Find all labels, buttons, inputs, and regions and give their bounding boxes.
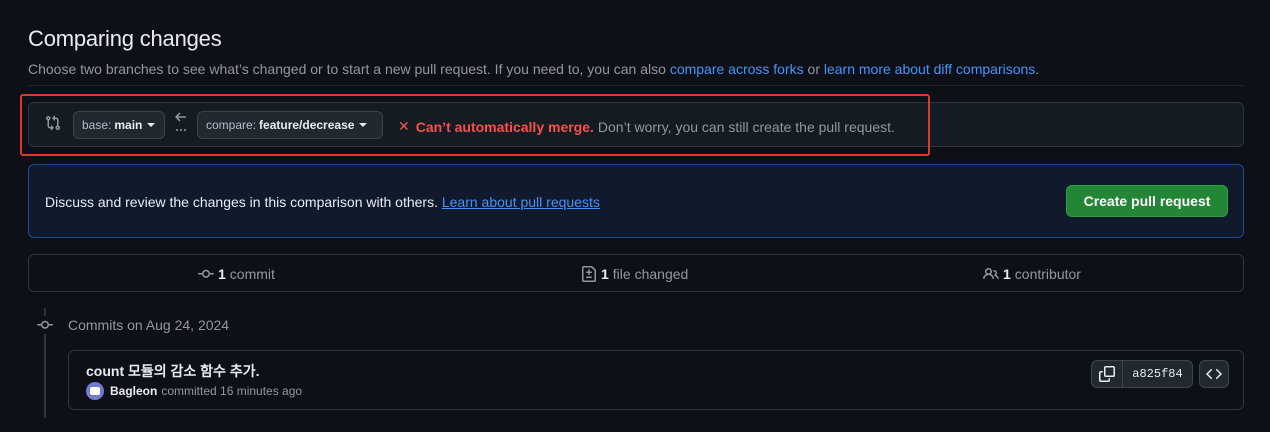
- contributors-label: contributor: [1014, 266, 1081, 282]
- files-label: file changed: [612, 266, 689, 282]
- header-divider: [28, 85, 1244, 86]
- code-icon: [1206, 368, 1222, 380]
- discuss-text: Discuss and review the changes in this c…: [45, 194, 600, 210]
- subtitle-suffix: .: [1035, 61, 1040, 77]
- page-title: Comparing changes: [28, 26, 222, 51]
- contributors-count: 1: [1003, 266, 1011, 282]
- subtitle-text: Choose two branches to see what’s change…: [28, 61, 670, 77]
- caret-down-icon: [359, 123, 368, 127]
- subtitle-or: or: [803, 61, 824, 77]
- stat-files[interactable]: 1 file changed: [581, 266, 688, 282]
- commit-message-link[interactable]: count 모듈의 감소 함수 추가.: [86, 361, 259, 381]
- commit-sha-link[interactable]: a825f84: [1122, 360, 1193, 388]
- arrow-left-icon: [174, 112, 188, 136]
- compare-branch-value: feature/decrease: [259, 118, 355, 132]
- page-subtitle: Choose two branches to see what’s change…: [28, 61, 1039, 77]
- create-pull-request-button[interactable]: Create pull request: [1066, 185, 1228, 217]
- copy-sha-button[interactable]: [1091, 360, 1123, 388]
- git-commit-icon: [198, 269, 214, 278]
- caret-down-icon: [147, 123, 156, 127]
- commits-count: 1: [218, 266, 226, 282]
- stat-commits[interactable]: 1 commit: [198, 266, 275, 282]
- x-icon: ✕: [398, 118, 410, 134]
- git-compare-icon: [46, 115, 61, 131]
- copy-icon: [1099, 366, 1115, 382]
- base-branch-select[interactable]: base: main: [73, 111, 165, 139]
- commit-time: committed 16 minutes ago: [161, 384, 303, 398]
- file-diff-icon: [582, 266, 596, 282]
- compare-branch-prefix: compare:: [206, 118, 257, 132]
- commit-author[interactable]: Bagleon: [110, 384, 157, 398]
- merge-status: ✕ Can’t automatically merge. Don’t worry…: [398, 118, 895, 135]
- people-icon: [983, 267, 999, 280]
- discuss-message: Discuss and review the changes in this c…: [45, 194, 438, 210]
- compare-forks-link[interactable]: compare across forks: [670, 61, 804, 77]
- avatar[interactable]: [86, 382, 104, 400]
- commit-meta: Bagleon committed 16 minutes ago: [86, 382, 302, 400]
- browse-repo-button[interactable]: [1199, 360, 1229, 388]
- learn-pull-requests-link[interactable]: Learn about pull requests: [442, 194, 600, 210]
- files-count: 1: [601, 266, 609, 282]
- page-header: Comparing changes Choose two branches to…: [28, 26, 1039, 77]
- commits-date-heading: Commits on Aug 24, 2024: [68, 317, 230, 333]
- merge-error-text: Can’t automatically merge.: [415, 118, 594, 135]
- merge-note-text: Don’t worry, you can still create the pu…: [597, 118, 895, 135]
- stat-contributors[interactable]: 1 contributor: [983, 266, 1081, 282]
- timeline-commit-icon: [36, 316, 54, 334]
- commits-label: commit: [229, 266, 275, 282]
- base-branch-value: main: [114, 118, 143, 132]
- compare-branch-select[interactable]: compare: feature/decrease: [197, 111, 383, 139]
- learn-diff-link[interactable]: learn more about diff comparisons: [824, 61, 1035, 77]
- base-branch-prefix: base:: [82, 118, 112, 132]
